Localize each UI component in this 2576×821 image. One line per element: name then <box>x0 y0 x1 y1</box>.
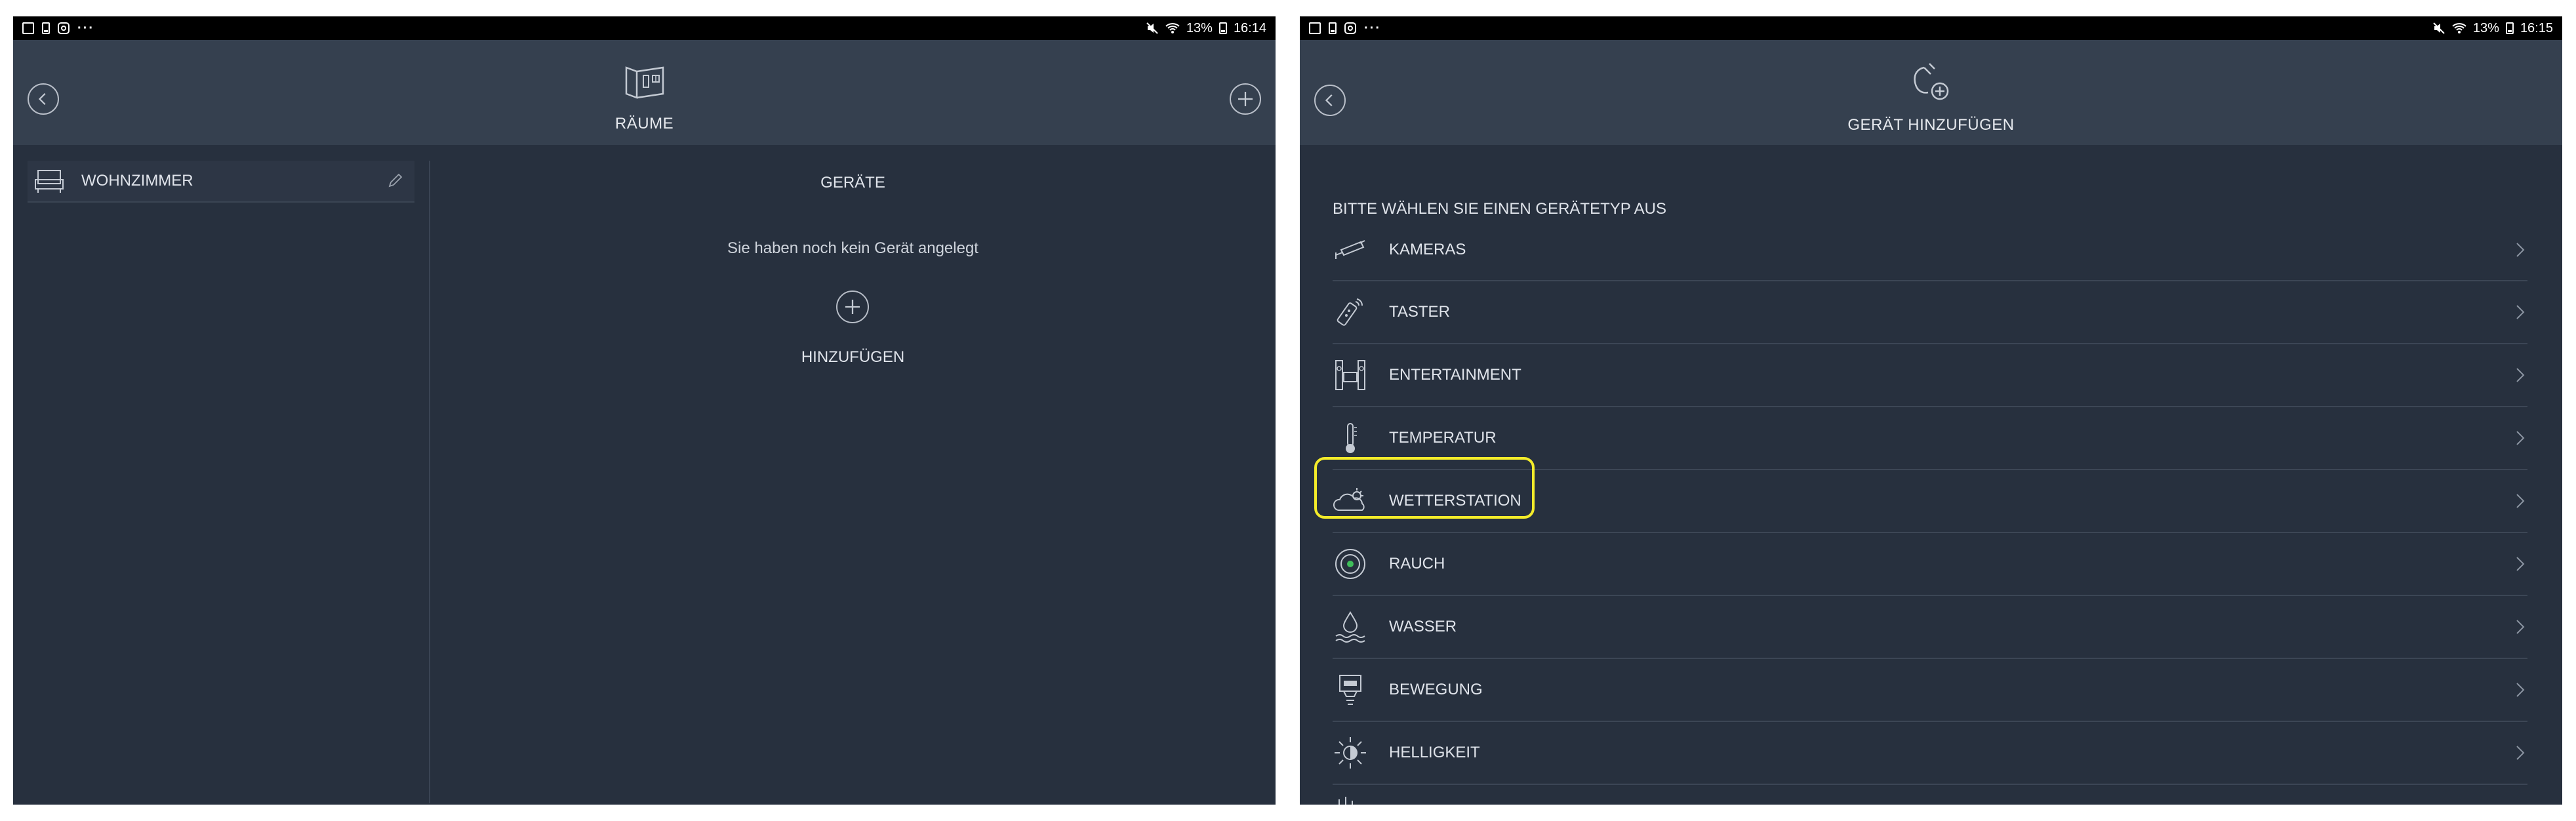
device-type-label: RAUCH <box>1389 555 1445 572</box>
add-device-label[interactable]: HINZUFÜGEN <box>430 348 1276 367</box>
device-type-label: ENTERTAINMENT <box>1389 366 1521 384</box>
mute-icon <box>1146 22 1158 34</box>
rooms-icon <box>625 66 664 99</box>
chevron-right-icon <box>2516 683 2525 697</box>
instagram-notification-icon <box>58 22 70 34</box>
device-type-row-bewegung[interactable]: BEWEGUNG <box>1333 659 2527 722</box>
chevron-left-icon <box>38 92 46 106</box>
chevron-right-icon <box>2516 620 2525 634</box>
chevron-right-icon <box>2516 243 2525 257</box>
page-title: RÄUME <box>614 115 674 132</box>
motion-sensor-icon <box>1339 675 1361 705</box>
weather-icon <box>1333 488 1365 511</box>
add-device-plug-icon <box>1913 63 1948 100</box>
app-header: GERÄT HINZUFÜGEN <box>1300 40 2562 145</box>
thermometer-icon <box>1346 423 1357 453</box>
empty-devices-message: Sie haben noch kein Gerät angelegt <box>727 239 978 257</box>
remote-icon <box>1337 298 1363 326</box>
smoke-detector-icon <box>1335 549 1365 579</box>
device-type-row-rauch[interactable]: RAUCH <box>1333 533 2527 596</box>
device-type-label: HELLIGKEIT <box>1389 744 1480 761</box>
chevron-right-icon <box>2516 746 2525 760</box>
page-title: GERÄT HINZUFÜGEN <box>1847 116 2015 134</box>
more-notifications-icon: ··· <box>77 20 94 35</box>
chevron-right-icon <box>2516 368 2525 382</box>
clock: 16:14 <box>1233 20 1266 35</box>
sofa-icon <box>35 170 64 193</box>
status-bar: ··· 13% 16:15 <box>1300 16 2562 40</box>
clock: 16:15 <box>2520 20 2553 35</box>
device-type-label: KAMERAS <box>1389 241 1466 258</box>
add-device-screen: ··· 13% 16:15 GERÄT HINZUFÜGEN BITTE WÄH… <box>1300 16 2562 805</box>
device-type-row-taster[interactable]: TASTER <box>1333 281 2527 344</box>
device-type-label: WASSER <box>1389 618 1457 635</box>
plus-icon <box>845 299 860 315</box>
more-notifications-icon: ··· <box>1364 20 1381 35</box>
instagram-notification-icon <box>1344 22 1356 34</box>
device-type-row-kameras[interactable]: KAMERAS <box>1333 220 2527 281</box>
add-room-button[interactable] <box>1230 83 1261 115</box>
battery-percent: 13% <box>1186 20 1213 35</box>
battery-notification-icon <box>1329 22 1337 34</box>
device-type-row-wasser[interactable]: WASSER <box>1333 596 2527 659</box>
device-type-row-temperatur[interactable]: TEMPERATUR <box>1333 407 2527 470</box>
room-item-wohnzimmer[interactable]: WOHNZIMMER <box>28 161 414 203</box>
back-button[interactable] <box>28 83 59 115</box>
gallery-notification-icon <box>22 22 34 34</box>
entertainment-icon <box>1335 360 1365 390</box>
wifi-icon <box>1165 23 1180 33</box>
camera-icon <box>1335 240 1365 259</box>
battery-icon <box>1218 22 1227 34</box>
plus-icon <box>1238 92 1253 106</box>
device-type-label: BEWEGUNG <box>1389 681 1483 698</box>
wifi-icon <box>2452 23 2466 33</box>
device-type-label: TEMPERATUR <box>1389 429 1497 447</box>
status-bar: ··· 13% 16:14 <box>13 16 1276 40</box>
device-type-label: WETTERSTATION <box>1389 492 1521 510</box>
device-type-list: KAMERAS TASTER ENTERTAINMENT TEMPERATUR … <box>1333 220 2527 785</box>
chevron-right-icon <box>2516 557 2525 571</box>
water-icon <box>1335 611 1365 643</box>
room-label: WOHNZIMMER <box>81 172 193 190</box>
battery-percent: 13% <box>2472 20 2499 35</box>
partial-next-row-icon <box>1333 794 1372 805</box>
battery-notification-icon <box>42 22 50 34</box>
back-button[interactable] <box>1314 85 1346 116</box>
section-title: BITTE WÄHLEN SIE EINEN GERÄTETYP AUS <box>1333 200 1667 218</box>
device-type-row-wetterstation[interactable]: WETTERSTATION <box>1333 470 2527 533</box>
brightness-icon <box>1335 737 1366 769</box>
device-type-label: TASTER <box>1389 303 1450 321</box>
add-device-button[interactable] <box>836 290 869 323</box>
edit-pencil-icon[interactable] <box>387 173 403 189</box>
rooms-screen: ··· 13% 16:14 RÄUME WOHNZIMMER GERÄTE Si… <box>13 16 1276 805</box>
devices-header: GERÄTE <box>820 174 885 191</box>
chevron-left-icon <box>1325 94 1333 107</box>
gallery-notification-icon <box>1309 22 1321 34</box>
device-type-row-entertainment[interactable]: ENTERTAINMENT <box>1333 344 2527 407</box>
app-header: RÄUME <box>13 40 1276 145</box>
device-type-row-helligkeit[interactable]: HELLIGKEIT <box>1333 722 2527 785</box>
chevron-right-icon <box>2516 431 2525 445</box>
battery-icon <box>2505 22 2514 34</box>
mute-icon <box>2433 22 2445 34</box>
chevron-right-icon <box>2516 494 2525 508</box>
chevron-right-icon <box>2516 305 2525 319</box>
